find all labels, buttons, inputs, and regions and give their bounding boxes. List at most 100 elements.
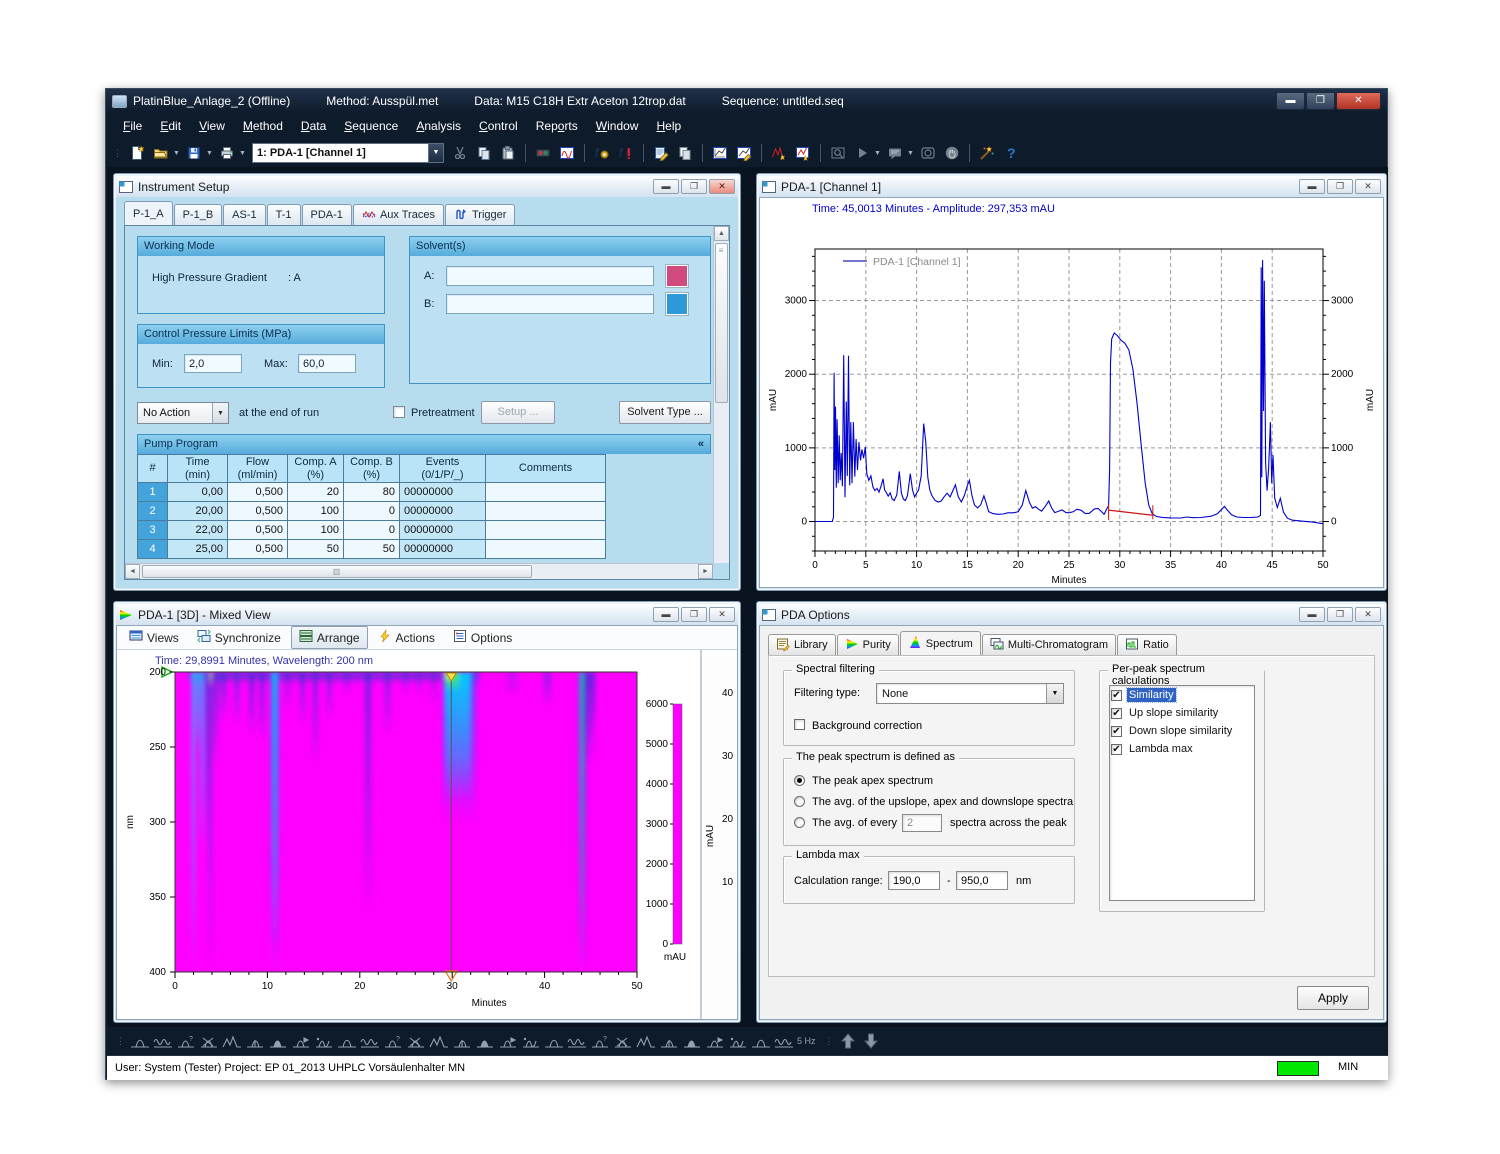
menu-window[interactable]: Window bbox=[587, 115, 648, 137]
avg-every-count-input[interactable] bbox=[902, 814, 942, 832]
vertical-scrollbar[interactable]: ▲ ≡ bbox=[713, 226, 729, 563]
synchronize-button[interactable]: Synchronize bbox=[189, 626, 289, 649]
avg-every-radio[interactable] bbox=[794, 817, 805, 828]
chevron-down-icon[interactable]: ▼ bbox=[1046, 684, 1063, 703]
child-maximize-button[interactable]: ❐ bbox=[681, 607, 707, 622]
peak-width-icon[interactable] bbox=[680, 1031, 703, 1051]
method-edit-icon[interactable] bbox=[649, 142, 673, 164]
child-close-button[interactable]: ✕ bbox=[709, 607, 735, 622]
forced-peak-icon[interactable] bbox=[450, 1031, 473, 1051]
minimum-peak-icon[interactable] bbox=[220, 1031, 243, 1051]
solvent-b-input[interactable] bbox=[446, 294, 654, 314]
negative-peak-icon[interactable] bbox=[404, 1031, 427, 1051]
small-peak-icon[interactable] bbox=[519, 1031, 542, 1051]
filtering-type-select[interactable]: None ▼ bbox=[876, 683, 1064, 704]
calc-item-similarity[interactable]: ✔Similarity bbox=[1110, 686, 1254, 704]
collapse-icon[interactable]: « bbox=[698, 438, 704, 454]
integration-threshold-icon[interactable] bbox=[128, 1031, 151, 1051]
avg-slope-radio[interactable] bbox=[794, 796, 805, 807]
peak-height-icon[interactable] bbox=[703, 1031, 726, 1051]
pump-table-cell[interactable]: 00000000 bbox=[400, 521, 486, 540]
pump-table-cell[interactable]: 80 bbox=[344, 483, 400, 502]
trace-edit-icon[interactable] bbox=[791, 142, 815, 164]
peak-cursor-icon[interactable] bbox=[473, 1031, 496, 1051]
tail-peak-icon[interactable]: ? bbox=[588, 1031, 611, 1051]
apply-button[interactable]: Apply bbox=[1297, 986, 1369, 1010]
pump-table-cell[interactable]: 1 bbox=[138, 483, 168, 502]
group-peaks-icon[interactable] bbox=[657, 1031, 680, 1051]
pump-table-cell[interactable]: 25,00 bbox=[168, 540, 228, 559]
pump-table-cell[interactable]: 0,500 bbox=[228, 521, 288, 540]
chevron-down-icon[interactable]: ▼ bbox=[428, 144, 443, 162]
lambda-from-input[interactable] bbox=[888, 871, 940, 890]
instrument-setup-titlebar[interactable]: Instrument Setup ▬ ❐ ✕ bbox=[116, 176, 738, 197]
pump-table-cell[interactable]: 0,500 bbox=[228, 483, 288, 502]
pump-table-cell[interactable]: 50 bbox=[288, 540, 344, 559]
checkbox-icon[interactable]: ✔ bbox=[1111, 744, 1122, 755]
previous-event-icon[interactable] bbox=[837, 1031, 860, 1051]
function-sign-icon[interactable]: f bbox=[614, 142, 638, 164]
restore-button[interactable]: ❐ bbox=[1306, 92, 1335, 110]
pump-table-cell[interactable]: 0,500 bbox=[228, 540, 288, 559]
print-icon[interactable] bbox=[215, 142, 239, 164]
pressure-min-input[interactable] bbox=[184, 354, 242, 373]
cut-icon[interactable] bbox=[448, 142, 472, 164]
pump-table-cell[interactable]: 20,00 bbox=[168, 502, 228, 521]
minimize-button[interactable]: ▬ bbox=[1276, 92, 1305, 110]
background-correction-checkbox[interactable] bbox=[794, 719, 805, 730]
solvent-a-input[interactable] bbox=[446, 266, 654, 286]
skim-peaks-icon[interactable] bbox=[634, 1031, 657, 1051]
child-maximize-button[interactable]: ❐ bbox=[1327, 179, 1353, 194]
pump-table-cell[interactable]: 00000000 bbox=[400, 540, 486, 559]
pump-table-cell[interactable]: 0,00 bbox=[168, 483, 228, 502]
calc-item-up-slope-similarity[interactable]: ✔Up slope similarity bbox=[1110, 704, 1254, 722]
channel-selector[interactable]: 1: PDA-1 [Channel 1]▼ bbox=[252, 143, 444, 163]
tab-p-1-a[interactable]: P-1_A bbox=[124, 201, 173, 225]
pressure-max-input[interactable] bbox=[298, 354, 356, 373]
arrange-button[interactable]: Arrange bbox=[291, 626, 368, 649]
chart-frame-icon[interactable] bbox=[708, 142, 732, 164]
mixed-view-titlebar[interactable]: PDA-1 [3D] - Mixed View ▬ ❐ ✕ bbox=[116, 604, 738, 625]
tab-p-1-b[interactable]: P-1_B bbox=[174, 204, 223, 225]
menu-sequence[interactable]: Sequence bbox=[335, 115, 407, 137]
merge-peaks-icon[interactable] bbox=[611, 1031, 634, 1051]
child-close-button[interactable]: ✕ bbox=[709, 179, 735, 194]
pump-table-cell[interactable]: 50 bbox=[344, 540, 400, 559]
checkbox-icon[interactable]: ✔ bbox=[1111, 690, 1122, 701]
peak-fill-mark-icon[interactable]: ? bbox=[381, 1031, 404, 1051]
pump-table-cell[interactable] bbox=[486, 540, 606, 559]
stop-hand-icon[interactable] bbox=[940, 142, 964, 164]
child-close-button[interactable]: ✕ bbox=[1355, 607, 1381, 622]
message-icon[interactable] bbox=[883, 142, 907, 164]
double-valley-icon[interactable] bbox=[266, 1031, 289, 1051]
pump-table-cell[interactable]: 2 bbox=[138, 502, 168, 521]
chevron-down-icon[interactable]: ▼ bbox=[239, 142, 248, 164]
calc-item-down-slope-similarity[interactable]: ✔Down slope similarity bbox=[1110, 722, 1254, 740]
checkbox-icon[interactable]: ✔ bbox=[1111, 708, 1122, 719]
tab-multi-chromatogram[interactable]: Multi-Chromatogram bbox=[982, 634, 1116, 655]
chromatogram-titlebar[interactable]: PDA-1 [Channel 1] ▬ ❐ ✕ bbox=[759, 176, 1384, 197]
sampling-rate-icon[interactable] bbox=[772, 1031, 795, 1051]
child-minimize-button[interactable]: ▬ bbox=[1299, 607, 1325, 622]
reject-peaks-icon[interactable] bbox=[197, 1031, 220, 1051]
menu-file[interactable]: File bbox=[114, 115, 151, 137]
paste-icon[interactable] bbox=[496, 142, 520, 164]
cluster-peaks-icon[interactable] bbox=[542, 1031, 565, 1051]
tab-t-1[interactable]: T-1 bbox=[267, 204, 301, 225]
tab-pda-1[interactable]: PDA-1 bbox=[302, 204, 352, 225]
new-document-icon[interactable] bbox=[125, 142, 149, 164]
baseline-noise-icon[interactable] bbox=[151, 1031, 174, 1051]
trace-alarm-icon[interactable] bbox=[767, 142, 791, 164]
peak-end-icon[interactable] bbox=[335, 1031, 358, 1051]
contour-plot-area[interactable]: Time: 29,8991 Minutes, Wavelength: 200 n… bbox=[117, 650, 737, 1020]
function-gear-icon[interactable]: f bbox=[590, 142, 614, 164]
options-button[interactable]: Options bbox=[445, 626, 520, 649]
pump-table-cell[interactable] bbox=[486, 521, 606, 540]
open-icon[interactable] bbox=[149, 142, 173, 164]
menu-analysis[interactable]: Analysis bbox=[407, 115, 470, 137]
child-close-button[interactable]: ✕ bbox=[1355, 179, 1381, 194]
pump-table-cell[interactable]: 00000000 bbox=[400, 502, 486, 521]
tab-library[interactable]: Library bbox=[768, 634, 836, 655]
split-peak-icon[interactable] bbox=[496, 1031, 519, 1051]
help-icon[interactable]: ? bbox=[999, 142, 1023, 164]
